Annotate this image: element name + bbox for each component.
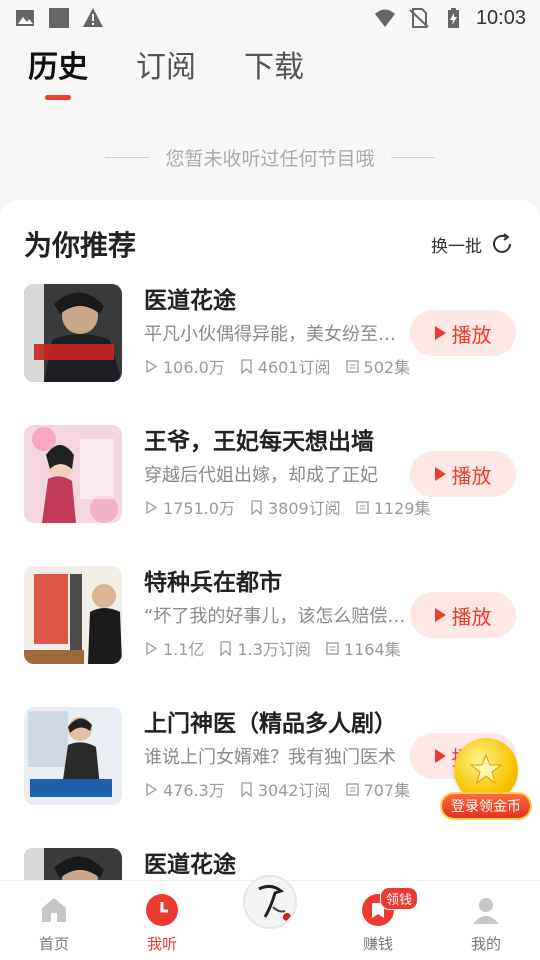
empty-history-text: 您暂未收听过任何节目哦: [165, 147, 375, 170]
nav-earn[interactable]: 领钱 赚钱: [324, 881, 432, 960]
cover-image: [24, 566, 122, 664]
bookmark-icon: [241, 781, 252, 797]
nav-center[interactable]: [216, 875, 324, 960]
center-avatar-icon: [243, 875, 297, 929]
wifi-icon: [374, 9, 395, 27]
episode-count: 1129集: [373, 499, 431, 518]
divider-right: [390, 156, 435, 158]
item-title: 医道花途: [144, 288, 236, 314]
play-count: 1.1亿: [163, 640, 205, 659]
nav-home[interactable]: 首页: [0, 881, 108, 960]
play-label: 播放: [451, 604, 492, 629]
episodes-icon: [326, 641, 339, 655]
image-icon: [16, 10, 34, 26]
play-icon: [434, 326, 446, 340]
nav-me[interactable]: 我的: [432, 881, 540, 960]
cover-image: [24, 284, 122, 382]
subscribe-count: 3809订阅: [268, 499, 341, 518]
list-item[interactable]: 特种兵在都市 “坏了我的好事儿，该怎么赔偿我？” 1.1亿 1.3万订阅 116…: [24, 566, 516, 666]
empty-history-notice: 您暂未收听过任何节目哦: [0, 140, 540, 174]
refresh-label: 换一批: [431, 236, 482, 257]
bookmark-icon: [220, 640, 232, 656]
play-icon: [434, 467, 446, 481]
subscribe-count: 3042订阅: [257, 781, 331, 800]
tab-downloads[interactable]: 下载: [244, 44, 304, 104]
bookmark-icon: [251, 499, 262, 515]
play-count-icon: [146, 359, 158, 373]
item-title: 上门神医（精品多人剧）: [144, 711, 397, 737]
clock-icon: [146, 894, 178, 926]
nav-earn-label: 赚钱: [362, 935, 393, 953]
episodes-icon: [345, 782, 359, 796]
episode-count: 1164集: [343, 640, 401, 659]
square-icon: [49, 8, 69, 28]
subscribe-count: 1.3万订阅: [237, 640, 311, 659]
divider-left: [105, 156, 150, 158]
play-count-icon: [146, 500, 158, 514]
episode-count: 502集: [363, 358, 411, 377]
top-tabs: 历史 订阅 下载: [0, 44, 540, 104]
no-sim-icon: [409, 8, 429, 28]
bookmark-icon: [241, 358, 252, 374]
star-icon: [469, 753, 503, 785]
recommend-title: 为你推荐: [24, 229, 137, 262]
play-count: 476.3万: [163, 781, 225, 800]
list-item[interactable]: 医道花途 平凡小伙偶得异能，美女纷至沓来 106.0万 4601订阅 502集 …: [24, 284, 516, 384]
play-count: 1751.0万: [163, 499, 235, 518]
earn-badge: 领钱: [380, 887, 419, 910]
episodes-icon: [345, 359, 359, 373]
play-button[interactable]: 播放: [410, 310, 516, 356]
play-label: 播放: [451, 322, 492, 347]
home-icon: [42, 898, 66, 922]
play-button[interactable]: 播放: [410, 451, 516, 497]
nav-listen-label: 我听: [146, 935, 177, 953]
play-label: 播放: [451, 463, 492, 488]
refresh-icon: [493, 233, 511, 253]
item-title: 特种兵在都市: [144, 570, 282, 596]
tab-history[interactable]: 历史: [28, 44, 88, 104]
play-icon: [434, 608, 446, 622]
status-bar: 10:03: [0, 0, 540, 36]
bottom-nav: 首页 我听 领钱 赚钱 我的: [0, 875, 540, 960]
cover-image: [24, 848, 122, 880]
item-desc: 平凡小伙偶得异能，美女纷至沓来: [144, 324, 406, 345]
nav-listen[interactable]: 我听: [108, 881, 216, 960]
refresh-button[interactable]: 换一批: [431, 232, 514, 257]
play-button[interactable]: 播放: [410, 592, 516, 638]
nav-me-label: 我的: [470, 935, 501, 953]
list-item[interactable]: 王爷，王妃每天想出墙 穿越后代姐出嫁，却成了正妃 1751.0万 3809订阅 …: [24, 425, 516, 525]
play-count-icon: [146, 782, 158, 796]
play-count: 106.0万: [163, 358, 225, 377]
warning-icon: [83, 8, 103, 27]
episodes-icon: [356, 500, 369, 514]
nav-home-label: 首页: [38, 935, 69, 953]
battery-charging-icon: [447, 8, 459, 28]
login-coin-button[interactable]: 登录领金币: [440, 738, 532, 824]
recommend-header: 为你推荐 换一批: [24, 222, 514, 266]
episode-count: 707集: [363, 781, 411, 800]
cover-image: [24, 707, 122, 805]
item-desc: “坏了我的好事儿，该怎么赔偿我？”: [144, 606, 406, 627]
coin-label: 登录领金币: [440, 792, 532, 820]
subscribe-count: 4601订阅: [257, 358, 331, 377]
tab-subscriptions[interactable]: 订阅: [136, 44, 196, 104]
item-desc: 谁说上门女婿难？我有独门医术: [144, 747, 396, 768]
clock-time: 10:03: [475, 6, 526, 29]
item-desc: 穿越后代姐出嫁，却成了正妃: [144, 465, 378, 486]
item-title: 王爷，王妃每天想出墙: [144, 429, 374, 455]
play-count-icon: [146, 641, 158, 655]
cover-image: [24, 425, 122, 523]
user-icon: [473, 898, 499, 924]
